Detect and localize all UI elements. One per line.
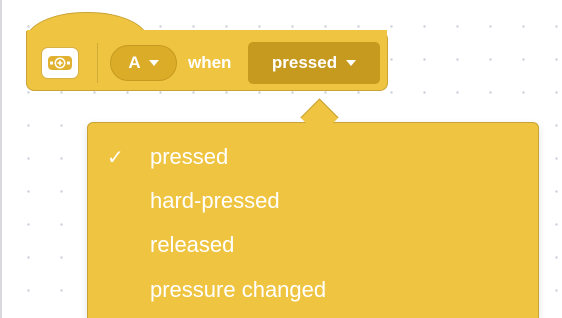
hat-cap-joint	[27, 30, 387, 36]
event-dropdown-menu: ✓ pressed hard-pressed released pressure…	[87, 122, 539, 318]
force-sensor-icon	[41, 47, 79, 79]
port-dropdown[interactable]: A	[110, 45, 177, 81]
menu-item-label: hard-pressed	[150, 188, 280, 213]
event-dropdown-value: pressed	[271, 53, 338, 72]
menu-item-released[interactable]: released	[88, 223, 538, 267]
menu-item-label: pressed	[150, 144, 229, 169]
port-dropdown-value: A	[128, 53, 141, 72]
chevron-down-icon	[346, 60, 357, 66]
menu-item-hard-pressed[interactable]: hard-pressed	[88, 179, 538, 223]
menu-arrow-joint	[300, 123, 340, 137]
event-dropdown[interactable]: pressed	[248, 42, 380, 84]
chevron-down-icon	[148, 60, 159, 66]
menu-item-pressure-changed[interactable]: pressure changed	[88, 268, 538, 312]
block-divider	[97, 43, 98, 83]
menu-item-label: pressure changed	[150, 277, 327, 302]
menu-item-label: released	[150, 232, 235, 257]
when-label: when	[188, 53, 232, 72]
force-sensor-icon-graphic	[48, 56, 72, 70]
menu-item-pressed[interactable]: ✓ pressed	[88, 135, 538, 179]
checkmark-icon: ✓	[107, 146, 124, 169]
